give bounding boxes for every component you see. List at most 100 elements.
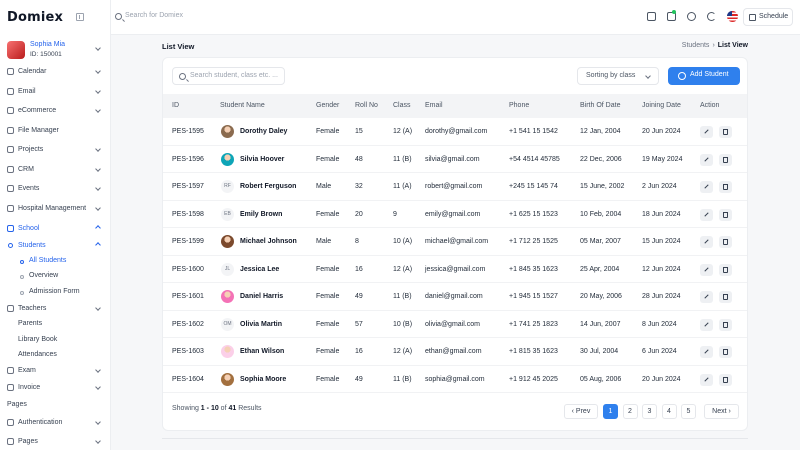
delete-button[interactable]: [719, 181, 732, 193]
sidebar-item-hospital-management[interactable]: Hospital Management: [0, 203, 110, 217]
breadcrumb-parent[interactable]: Students: [682, 42, 710, 49]
column-header[interactable]: Email: [425, 102, 443, 109]
sidebar-item-calendar[interactable]: Calendar: [0, 66, 110, 80]
student-search-input[interactable]: Search student, class etc. ...: [172, 67, 285, 85]
sidebar-subitem-admission-form[interactable]: Admission Form: [0, 287, 110, 299]
cell-email[interactable]: jessica@gmail.com: [425, 266, 485, 273]
student-name[interactable]: Silvia Hoover: [240, 156, 284, 163]
student-name[interactable]: Jessica Lee: [240, 266, 279, 273]
sidebar-item-teachers[interactable]: Teachers: [0, 303, 110, 317]
edit-button[interactable]: [700, 291, 713, 303]
delete-button[interactable]: [719, 318, 732, 331]
sidebar-item-crm[interactable]: CRM: [0, 164, 110, 178]
table-row[interactable]: PES-1603 Female 16 12 (A) ethan@gmail.com +1 …: [163, 338, 747, 366]
edit-button[interactable]: [700, 208, 713, 221]
sidebar-item-invoice[interactable]: Invoice: [0, 382, 110, 396]
sidebar-item-students[interactable]: Students: [0, 240, 110, 254]
sidebar-item-exam[interactable]: Exam: [0, 365, 110, 379]
cell-email[interactable]: sophia@gmail.com: [425, 376, 485, 383]
column-header[interactable]: Birth Of Date: [580, 102, 620, 109]
column-header[interactable]: Student Name: [220, 102, 265, 109]
sort-select[interactable]: Sorting by class: [577, 67, 659, 85]
edit-button[interactable]: [700, 181, 713, 193]
delete-button[interactable]: [719, 346, 732, 358]
delete-button[interactable]: [719, 263, 732, 276]
edit-button[interactable]: [700, 263, 713, 276]
sidebar-item-parents[interactable]: Parents: [0, 318, 110, 332]
page-button-4[interactable]: 4: [661, 404, 677, 419]
column-header[interactable]: Joining Date: [642, 102, 681, 109]
table-row[interactable]: PES-1600 Female 16 12 (A) jessica@gmail.com +…: [163, 256, 747, 283]
sidebar-item-pages[interactable]: Pages: [0, 436, 110, 450]
add-student-button[interactable]: Add Student: [668, 67, 740, 85]
column-header[interactable]: Gender: [316, 102, 339, 109]
column-header[interactable]: Action: [700, 102, 719, 109]
sidebar-item-attendances[interactable]: Attendances: [0, 349, 110, 363]
schedule-button[interactable]: Schedule: [743, 8, 793, 26]
student-name[interactable]: Daniel Harris: [240, 293, 283, 300]
cell-email[interactable]: olivia@gmail.com: [425, 321, 480, 328]
column-header[interactable]: ID: [172, 102, 179, 109]
sidebar-item-authentication[interactable]: Authentication: [0, 417, 110, 431]
column-header[interactable]: Phone: [509, 102, 529, 109]
cell-email[interactable]: daniel@gmail.com: [425, 293, 483, 300]
sidebar-item-email[interactable]: Email: [0, 86, 110, 100]
cell-email[interactable]: robert@gmail.com: [425, 183, 482, 190]
table-row[interactable]: PES-1596 Female 48 11 (B) silvia@gmail.com +5…: [163, 146, 747, 173]
cell-email[interactable]: michael@gmail.com: [425, 238, 488, 245]
page-button-3[interactable]: 3: [642, 404, 657, 419]
sidebar-item-file-manager[interactable]: File Manager: [0, 125, 110, 139]
delete-button[interactable]: [719, 373, 732, 386]
edit-button[interactable]: [700, 373, 713, 386]
page-button-2[interactable]: 2: [622, 404, 638, 419]
sidebar-toggle-icon[interactable]: [76, 13, 84, 21]
table-row[interactable]: PES-1604 Female 49 11 (B) sophia@gmail.com +1…: [163, 366, 747, 393]
table-row[interactable]: PES-1601 Female 49 11 (B) daniel@gmail.com +1…: [163, 283, 747, 311]
grid-icon[interactable]: [647, 12, 656, 21]
sidebar-subitem-all-students[interactable]: All Students: [0, 256, 110, 268]
table-row[interactable]: PES-1599 Male 8 10 (A) michael@gmail.com +1 7…: [163, 228, 747, 256]
brand-logo[interactable]: Domiex: [7, 10, 63, 25]
edit-button[interactable]: [700, 153, 713, 166]
moon-icon[interactable]: [707, 12, 716, 21]
page-button-1[interactable]: 1: [603, 404, 618, 419]
prev-page-button[interactable]: ‹ Prev: [564, 404, 598, 419]
gear-icon[interactable]: [687, 12, 696, 21]
student-name[interactable]: Emily Brown: [240, 211, 282, 218]
sidebar-item-library-book[interactable]: Library Book: [0, 334, 110, 348]
table-row[interactable]: PES-1597 Male 32 11 (A) robert@gmail.com +245…: [163, 173, 747, 201]
next-page-button[interactable]: Next ›: [704, 404, 739, 419]
student-name[interactable]: Dorothy Daley: [240, 128, 287, 135]
sidebar-item-projects[interactable]: Projects: [0, 144, 110, 158]
sidebar-item-school[interactable]: School: [0, 223, 110, 237]
sidebar-subitem-overview[interactable]: Overview: [0, 271, 110, 283]
sidebar-item-events[interactable]: Events: [0, 183, 110, 197]
edit-button[interactable]: [700, 126, 713, 138]
page-button-5[interactable]: 5: [681, 404, 696, 419]
table-row[interactable]: PES-1598 Female 20 9 emily@gmail.com +1 625 1…: [163, 201, 747, 228]
delete-button[interactable]: [719, 236, 732, 248]
column-header[interactable]: Class: [393, 102, 411, 109]
student-name[interactable]: Olivia Martin: [240, 321, 282, 328]
delete-button[interactable]: [719, 126, 732, 138]
student-name[interactable]: Michael Johnson: [240, 238, 297, 245]
cell-email[interactable]: ethan@gmail.com: [425, 348, 482, 355]
delete-button[interactable]: [719, 153, 732, 166]
flag-icon[interactable]: [727, 11, 738, 22]
cell-email[interactable]: silvia@gmail.com: [425, 156, 480, 163]
edit-button[interactable]: [700, 236, 713, 248]
table-row[interactable]: PES-1595 Female 15 12 (A) dorothy@gmail.com +…: [163, 118, 747, 146]
student-name[interactable]: Sophia Moore: [240, 376, 286, 383]
global-search-input[interactable]: Search for Domiex: [125, 12, 183, 19]
sidebar-item-ecommerce[interactable]: eCommerce: [0, 105, 110, 119]
column-header[interactable]: Roll No: [355, 102, 378, 109]
user-profile[interactable]: Sophia Mia ID: 150001: [0, 41, 110, 65]
student-name[interactable]: Ethan Wilson: [240, 348, 284, 355]
cell-email[interactable]: emily@gmail.com: [425, 211, 480, 218]
table-row[interactable]: PES-1602 Female 57 10 (B) olivia@gmail.com +1…: [163, 311, 747, 338]
student-name[interactable]: Robert Ferguson: [240, 183, 296, 190]
delete-button[interactable]: [719, 291, 732, 303]
cell-email[interactable]: dorothy@gmail.com: [425, 128, 487, 135]
edit-button[interactable]: [700, 318, 713, 331]
edit-button[interactable]: [700, 346, 713, 358]
